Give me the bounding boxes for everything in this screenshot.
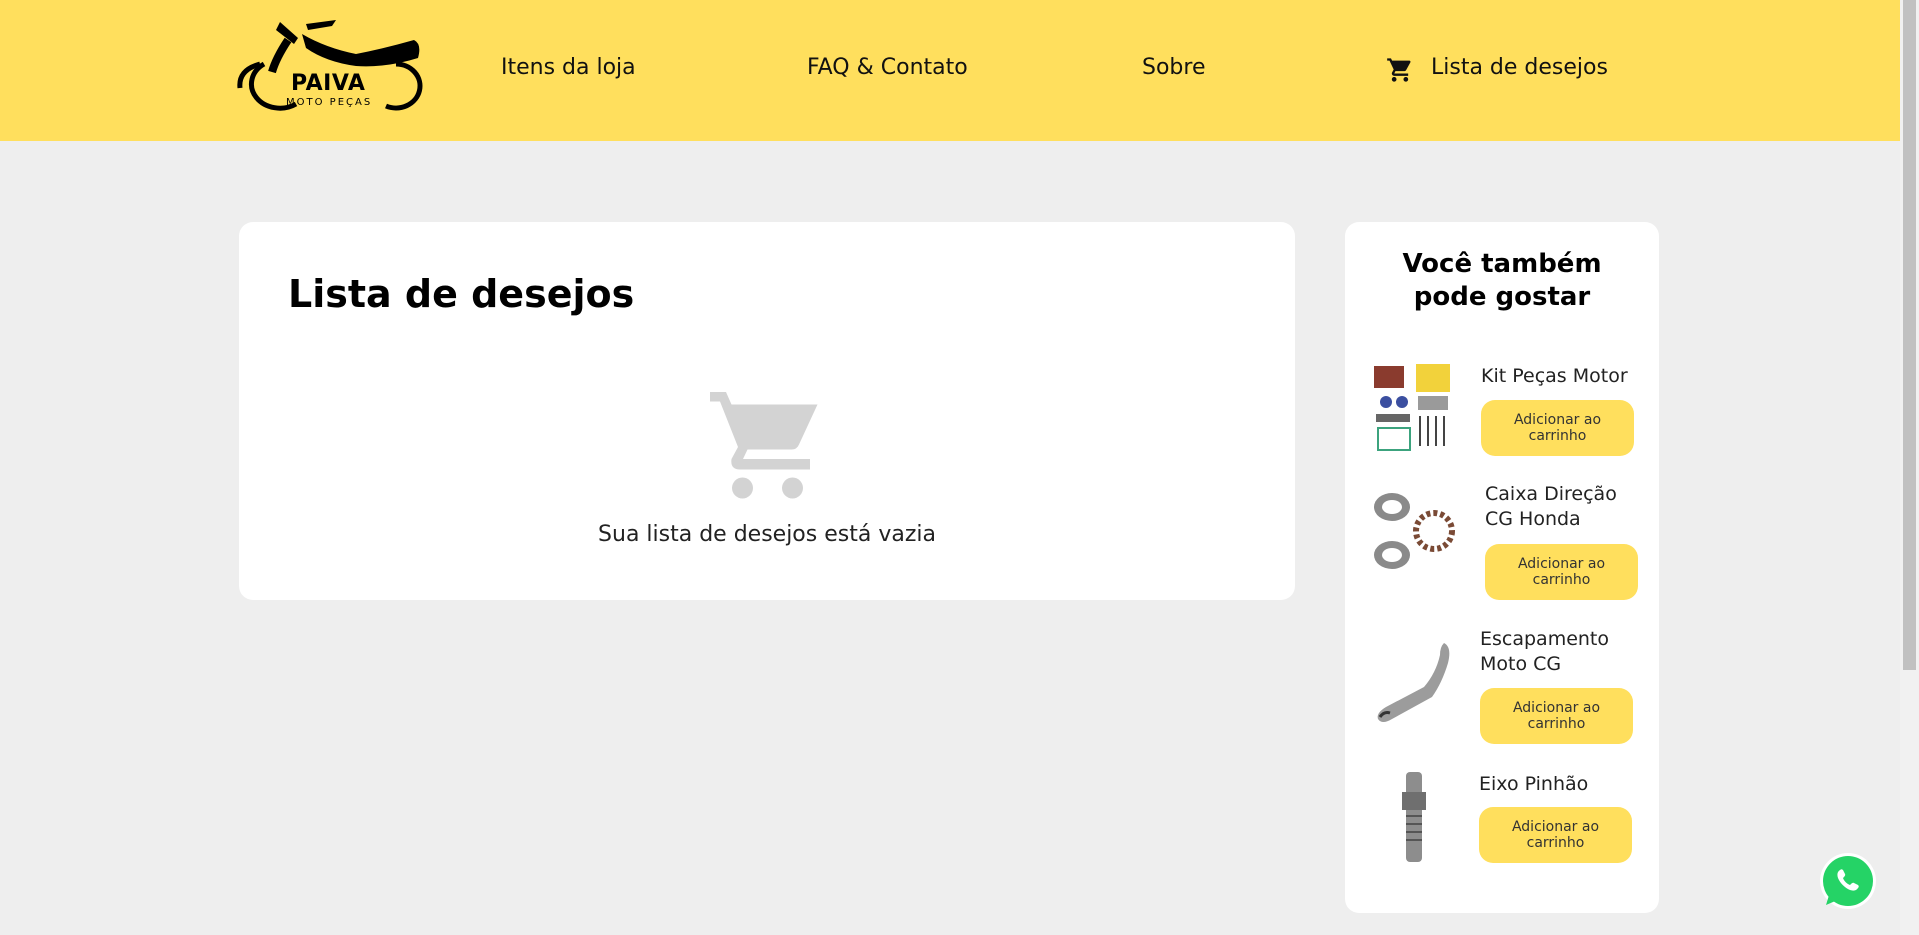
- add-to-cart-button[interactable]: Adicionar ao carrinho: [1479, 807, 1632, 863]
- exhaust-image[interactable]: [1372, 639, 1456, 733]
- empty-wishlist-message: Sua lista de desejos está vazia: [598, 522, 936, 547]
- product-name[interactable]: Eixo Pinhão: [1479, 772, 1629, 797]
- page-title: Lista de desejos: [288, 272, 635, 316]
- product-name[interactable]: Escapamento Moto CG: [1480, 627, 1630, 677]
- recommendations-card: Você também pode gostar Kit Peças Motor …: [1345, 222, 1659, 913]
- nav-itens-da-loja[interactable]: Itens da loja: [501, 55, 636, 80]
- recommendations-title: Você também pode gostar: [1402, 249, 1602, 312]
- bearing-image[interactable]: [1372, 487, 1456, 581]
- cart-icon[interactable]: [1385, 56, 1415, 84]
- shaft-image[interactable]: [1372, 772, 1456, 866]
- nav-faq-contato[interactable]: FAQ & Contato: [807, 55, 968, 80]
- nav-sobre[interactable]: Sobre: [1142, 55, 1206, 80]
- logo-subtitle: MOTO PEÇAS: [286, 97, 373, 108]
- logo-brand: PAIVA: [291, 71, 366, 96]
- scrollbar-thumb[interactable]: [1903, 0, 1916, 670]
- logo[interactable]: PAIVA MOTO PEÇAS: [236, 18, 428, 114]
- product-name[interactable]: Caixa Direção CG Honda: [1485, 482, 1635, 532]
- add-to-cart-button[interactable]: Adicionar ao carrinho: [1485, 544, 1638, 600]
- wishlist-card: Lista de desejos Sua lista de desejos es…: [239, 222, 1295, 600]
- nav-lista-de-desejos[interactable]: Lista de desejos: [1431, 55, 1608, 80]
- engine-parts-kit-image[interactable]: [1372, 362, 1456, 456]
- product-name[interactable]: Kit Peças Motor: [1481, 364, 1631, 389]
- add-to-cart-button[interactable]: Adicionar ao carrinho: [1480, 688, 1633, 744]
- empty-cart-icon: [710, 392, 818, 499]
- header: PAIVA MOTO PEÇAS Itens da loja FAQ & Con…: [0, 0, 1900, 141]
- add-to-cart-button[interactable]: Adicionar ao carrinho: [1481, 400, 1634, 456]
- whatsapp-icon[interactable]: [1818, 851, 1878, 911]
